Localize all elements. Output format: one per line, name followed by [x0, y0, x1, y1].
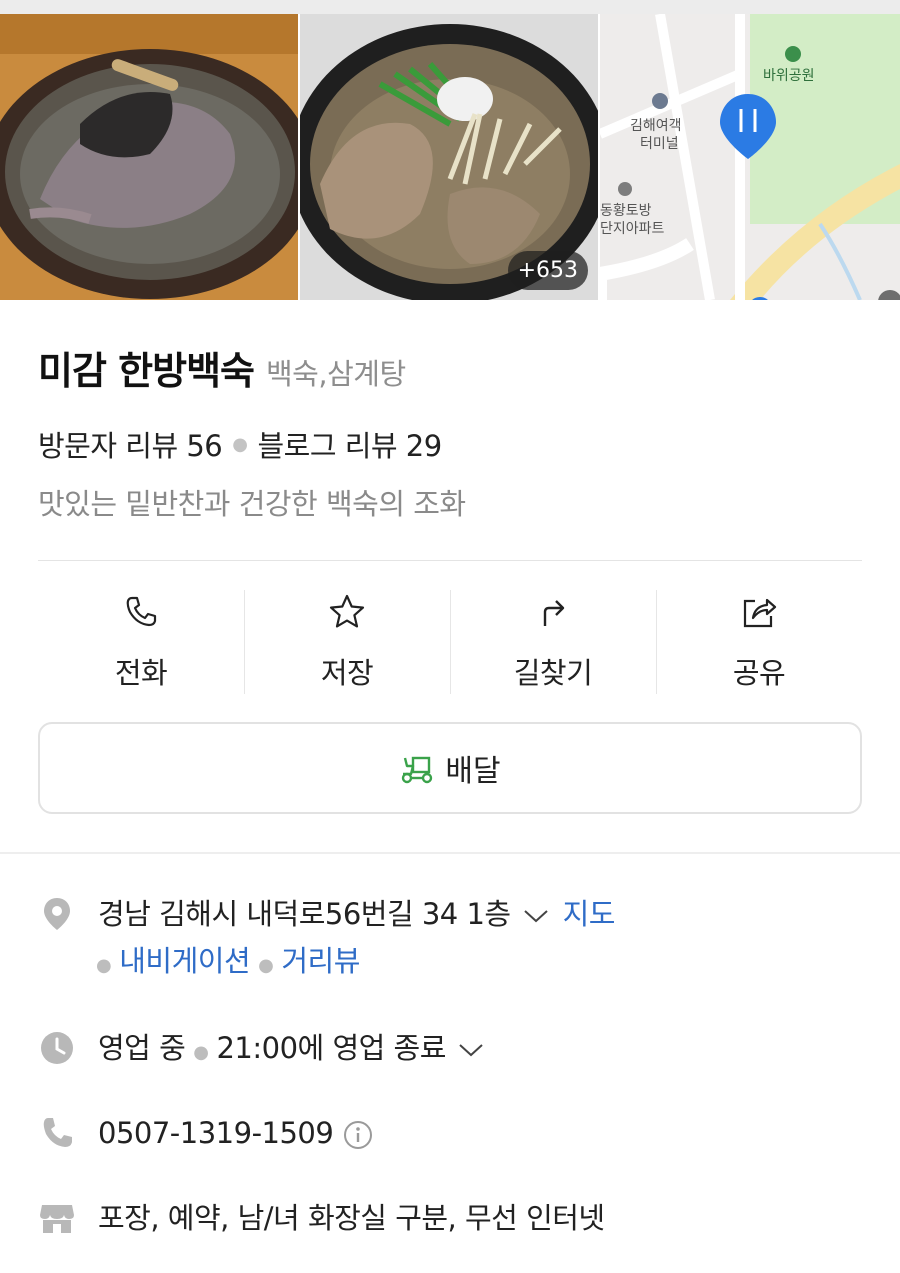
review-counts: 방문자 리뷰 56 ● 블로그 리뷰 29: [38, 423, 442, 465]
status-bar-strip: [0, 0, 900, 14]
blog-reviews-link[interactable]: 블로그 리뷰 29: [257, 423, 442, 465]
share-icon: [743, 598, 777, 628]
amenities-row: 포장, 예약, 남/녀 화장실 구분, 무선 인터넷: [38, 1199, 605, 1237]
separator-dot: ●: [96, 955, 112, 976]
address-row: 경남 김해시 내덕로56번길 34 1층 지도: [38, 895, 615, 933]
map-link[interactable]: 지도: [563, 897, 616, 931]
save-label: 저장: [320, 656, 374, 690]
map-label-apartment-2: 단지아파트: [600, 221, 665, 237]
map-label-apartment-1: 동황토방: [600, 203, 652, 219]
chevron-down-icon[interactable]: [458, 1042, 484, 1058]
location-pin-icon: [44, 898, 70, 930]
phone-number[interactable]: 0507-1319-1509: [98, 1116, 334, 1150]
phone-icon: [126, 596, 157, 627]
address-text[interactable]: 경남 김해시 내덕로56번길 34 1층: [98, 897, 511, 931]
separator-dot: ●: [232, 433, 248, 455]
open-status: 영업 중: [98, 1031, 186, 1065]
closing-time: 21:00에 영업 종료: [216, 1031, 446, 1065]
phone-icon: [43, 1118, 72, 1147]
chevron-down-icon[interactable]: [523, 908, 549, 924]
map-label-terminal-1: 김해여객: [630, 118, 682, 134]
clock-icon: [41, 1032, 73, 1064]
delivery-label: 배달: [445, 754, 501, 789]
divider: [38, 560, 862, 561]
place-category: 백숙,삼계탕: [266, 357, 406, 391]
visitor-reviews-link[interactable]: 방문자 리뷰 56: [38, 423, 223, 465]
directions-button[interactable]: 길찾기: [450, 588, 656, 694]
separator-dot: ●: [193, 1042, 209, 1063]
directions-label: 길찾기: [513, 656, 593, 690]
navigation-link[interactable]: 내비게이션: [119, 944, 250, 978]
address-sub-links: ● 내비게이션 ● 거리뷰: [96, 942, 360, 985]
streetview-link[interactable]: 거리뷰: [281, 944, 360, 978]
photo-gallery: +653 바위공원 김해여객 터미널 동황토방 단지아파트: [0, 14, 900, 300]
call-label: 전화: [114, 656, 168, 690]
directions-icon: [543, 600, 565, 626]
food-photo-1[interactable]: [0, 14, 298, 300]
separator-dot: ●: [258, 955, 274, 976]
share-button[interactable]: 공유: [656, 588, 862, 694]
place-tagline: 맛있는 밑반찬과 건강한 백숙의 조화: [38, 487, 466, 521]
more-photos-badge[interactable]: +653: [507, 251, 588, 290]
store-icon: [40, 1205, 74, 1233]
section-divider: [0, 852, 900, 854]
star-icon: [329, 594, 365, 628]
action-bar: 전화 저장 길찾기 공유: [38, 588, 862, 694]
map-preview[interactable]: 바위공원 김해여객 터미널 동황토방 단지아파트: [600, 14, 900, 300]
hours-row[interactable]: 영업 중 ● 21:00에 영업 종료: [38, 1029, 498, 1072]
delivery-icon: [402, 756, 433, 784]
amenities-text: 포장, 예약, 남/녀 화장실 구분, 무선 인터넷: [98, 1201, 605, 1235]
food-photo-2[interactable]: +653: [300, 14, 598, 300]
map-label-terminal-2: 터미널: [640, 136, 679, 152]
map-label-park: 바위공원: [763, 68, 815, 84]
place-name: 미감 한방백숙: [38, 349, 255, 393]
share-label: 공유: [732, 656, 786, 690]
phone-row: 0507-1319-1509: [38, 1114, 373, 1152]
call-button[interactable]: 전화: [38, 588, 244, 694]
delivery-button[interactable]: 배달: [38, 722, 862, 814]
info-icon[interactable]: [343, 1120, 373, 1150]
save-button[interactable]: 저장: [244, 588, 450, 694]
place-title-row: 미감 한방백숙 백숙,삼계탕: [38, 340, 406, 395]
